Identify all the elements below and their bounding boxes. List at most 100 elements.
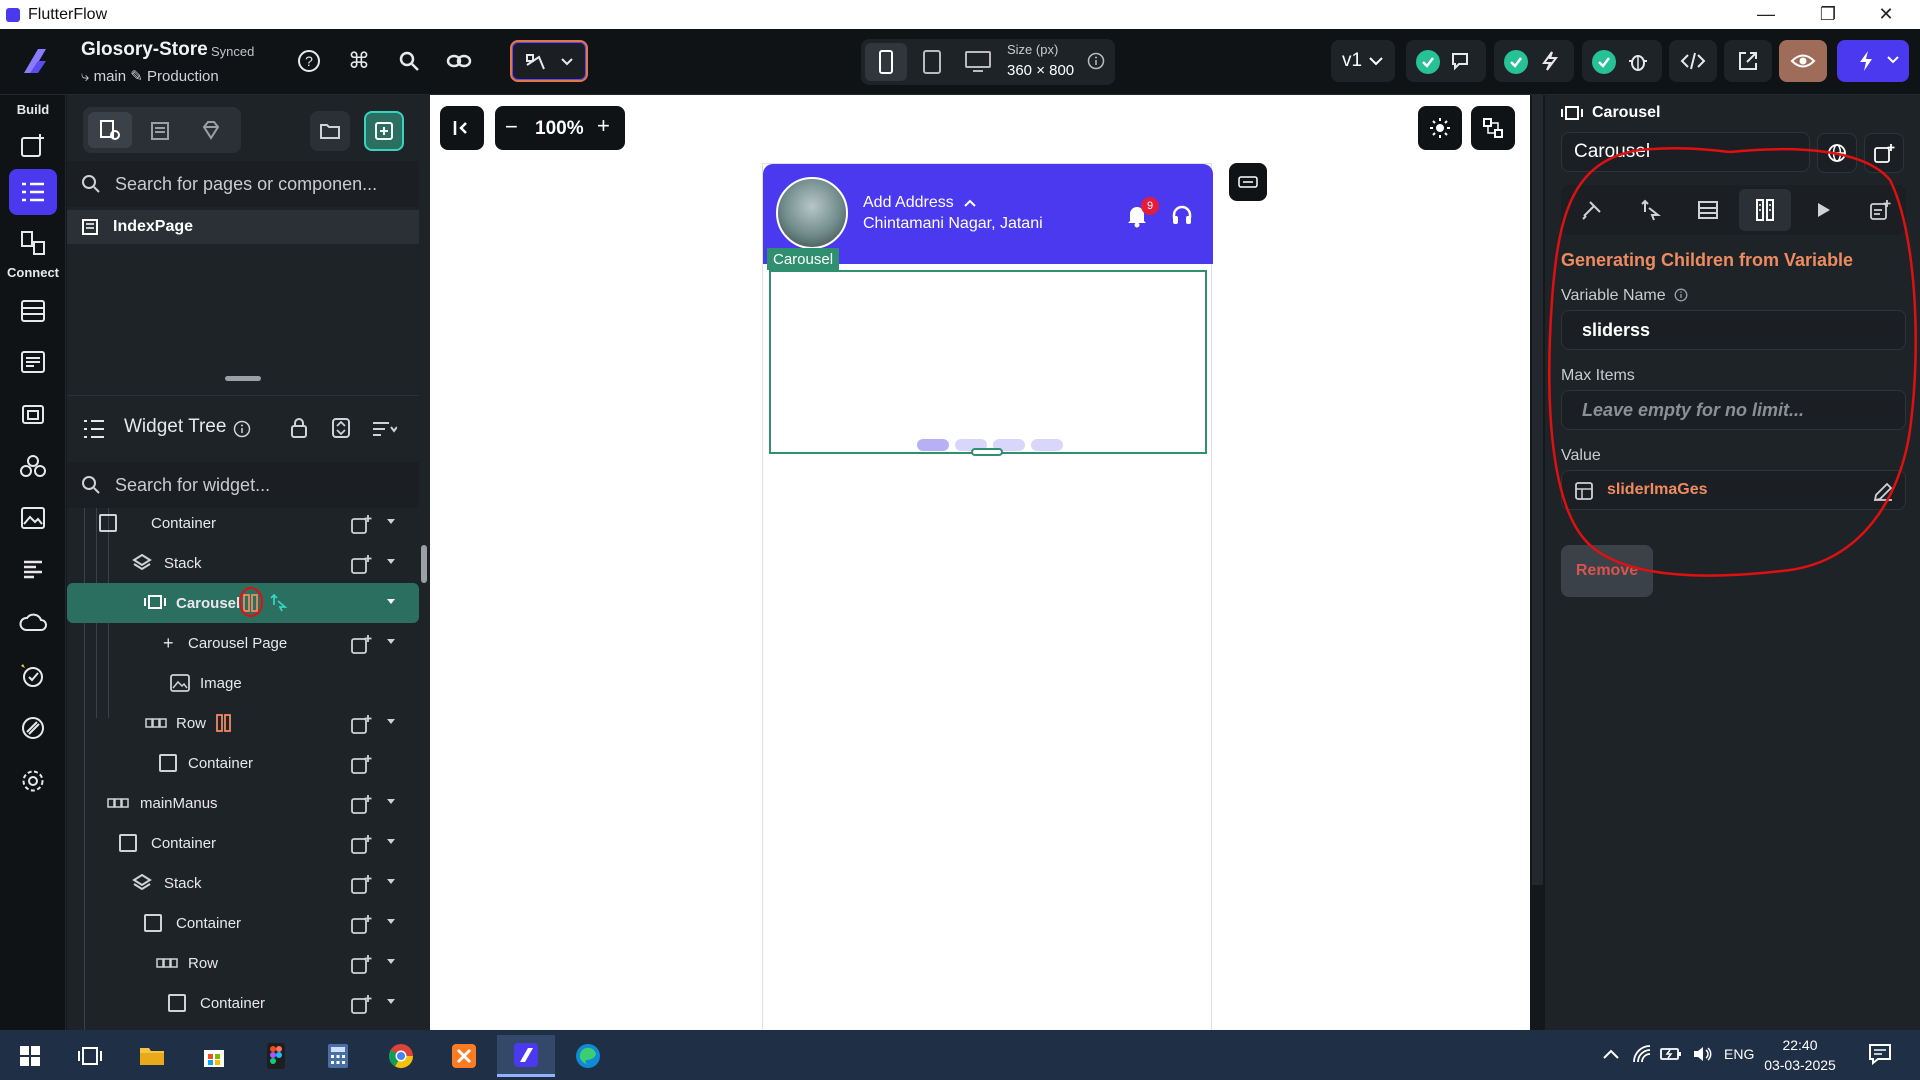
- search-icon[interactable]: [391, 43, 427, 79]
- chevron-down-icon[interactable]: [387, 519, 395, 524]
- comments-status-pill[interactable]: [1406, 40, 1486, 82]
- info-icon[interactable]: [1674, 288, 1688, 302]
- tree-row[interactable]: Row: [67, 943, 419, 983]
- code-view-button[interactable]: [1669, 40, 1717, 82]
- rail-storyboard-icon[interactable]: [9, 220, 57, 266]
- add-child-icon[interactable]: [350, 713, 374, 735]
- pages-tab-icon[interactable]: [88, 112, 132, 148]
- add-child-icon[interactable]: [350, 873, 374, 895]
- collapse-panel-button[interactable]: [440, 106, 484, 150]
- scrollbar-thumb[interactable]: [421, 545, 427, 583]
- add-child-icon[interactable]: [350, 513, 374, 535]
- rail-theme-icon[interactable]: [9, 705, 57, 751]
- desktop-device-icon[interactable]: [957, 43, 999, 81]
- tree-row[interactable]: mainManus: [67, 783, 419, 823]
- new-folder-button[interactable]: [310, 111, 350, 151]
- minimize-icon[interactable]: —: [1738, 0, 1794, 29]
- preview-button[interactable]: [1779, 40, 1827, 82]
- tree-row[interactable]: Stack: [67, 543, 419, 583]
- edge-icon[interactable]: [564, 1035, 612, 1077]
- carousel-widget[interactable]: [769, 270, 1207, 454]
- max-items-input[interactable]: Leave empty for no limit...: [1561, 390, 1906, 430]
- rail-image-icon[interactable]: [9, 495, 57, 541]
- flutterflow-logo-icon[interactable]: [18, 43, 50, 84]
- link-icon[interactable]: [441, 43, 477, 79]
- tab-generate-children-icon[interactable]: [1739, 189, 1791, 231]
- chevron-down-icon[interactable]: [387, 559, 395, 564]
- rail-widget-tree-icon[interactable]: [9, 169, 57, 215]
- add-child-icon[interactable]: [350, 913, 374, 935]
- add-child-icon[interactable]: [350, 993, 374, 1015]
- chevron-down-icon[interactable]: [387, 959, 395, 964]
- headset-icon[interactable]: [1171, 204, 1193, 226]
- panel-resize-handle[interactable]: [225, 376, 261, 381]
- branch-info[interactable]: ⤷ main ✎ Production: [81, 67, 219, 85]
- notifications-icon[interactable]: [1868, 1043, 1892, 1065]
- filter-list-icon[interactable]: [371, 419, 397, 439]
- flutterflow-taskbar-icon[interactable]: [497, 1035, 555, 1077]
- command-icon[interactable]: ⌘: [341, 43, 377, 79]
- rail-media-icon[interactable]: [9, 391, 57, 437]
- address-title-row[interactable]: Add Address: [863, 194, 976, 212]
- canvas-scrollbar[interactable]: [1532, 95, 1543, 885]
- network-icon[interactable]: [1632, 1044, 1652, 1064]
- actions-status-pill[interactable]: [1494, 40, 1574, 82]
- phone-device-icon[interactable]: [865, 43, 907, 81]
- zoom-in-icon[interactable]: +: [597, 113, 610, 139]
- xampp-icon[interactable]: [440, 1035, 488, 1077]
- rail-app-values-icon[interactable]: [9, 339, 57, 385]
- tab-properties-icon[interactable]: [1566, 189, 1618, 231]
- carousel-resize-handle[interactable]: [971, 448, 1003, 456]
- open-external-button[interactable]: [1724, 40, 1772, 82]
- page-item-indexpage[interactable]: IndexPage: [67, 210, 419, 244]
- tree-row[interactable]: Image: [67, 663, 419, 703]
- lock-icon[interactable]: [290, 417, 308, 439]
- tree-row[interactable]: Container: [67, 503, 419, 543]
- chevron-down-icon[interactable]: [387, 719, 395, 724]
- task-view-icon[interactable]: [66, 1035, 114, 1077]
- tree-row[interactable]: Container: [67, 823, 419, 863]
- tab-backend-query-icon[interactable]: [1682, 189, 1734, 231]
- carousel-indicator-dot[interactable]: [1031, 439, 1063, 451]
- help-icon[interactable]: ?: [291, 43, 327, 79]
- tab-actions-icon[interactable]: [1624, 189, 1676, 231]
- design-canvas[interactable]: − 100% + Add Address Chintamani Nagar, J…: [430, 95, 1530, 1043]
- variable-name-input[interactable]: sliderss: [1561, 310, 1906, 350]
- info-icon[interactable]: [233, 420, 251, 438]
- search-pages-row[interactable]: Search for pages or componen...: [67, 161, 419, 207]
- restore-icon[interactable]: ❐: [1800, 0, 1856, 29]
- canvas-float-button[interactable]: [1229, 163, 1267, 201]
- chevron-down-icon[interactable]: [387, 599, 395, 604]
- calculator-icon[interactable]: [314, 1035, 362, 1077]
- tab-add-icon[interactable]: [1854, 189, 1906, 231]
- carousel-indicator-dot[interactable]: [917, 439, 949, 451]
- search-widget-row[interactable]: Search for widget...: [67, 462, 419, 508]
- search-pages-input[interactable]: Search for pages or componen...: [115, 174, 377, 195]
- avatar[interactable]: [776, 177, 848, 249]
- tree-row[interactable]: Container: [67, 743, 419, 783]
- remove-button[interactable]: Remove: [1561, 545, 1653, 597]
- phone-preview[interactable]: Add Address Chintamani Nagar, Jatani 9 C…: [762, 163, 1213, 1043]
- chevron-down-icon[interactable]: [387, 879, 395, 884]
- close-icon[interactable]: ✕: [1858, 0, 1914, 29]
- version-select[interactable]: v1: [1331, 40, 1395, 82]
- volume-icon[interactable]: [1692, 1045, 1712, 1063]
- rail-testing-icon[interactable]: [9, 652, 57, 698]
- zoom-out-icon[interactable]: −: [505, 114, 518, 140]
- theme-toggle-button[interactable]: [1418, 106, 1462, 150]
- chrome-icon[interactable]: [377, 1035, 425, 1077]
- add-child-icon[interactable]: [350, 753, 374, 775]
- add-child-icon[interactable]: [350, 553, 374, 575]
- add-page-button[interactable]: [364, 111, 404, 151]
- design-mode-select[interactable]: [510, 40, 588, 82]
- rail-text-icon[interactable]: [9, 547, 57, 593]
- run-button[interactable]: [1837, 40, 1909, 82]
- widget-name-input[interactable]: Carousel: [1561, 132, 1810, 172]
- file-explorer-icon[interactable]: [128, 1035, 176, 1077]
- battery-charging-icon[interactable]: [1660, 1045, 1682, 1063]
- store-icon[interactable]: [190, 1035, 238, 1077]
- rail-teams-icon[interactable]: [9, 443, 57, 489]
- edit-pencil-icon[interactable]: [1872, 481, 1894, 503]
- rail-add-widget-icon[interactable]: [9, 122, 57, 168]
- rail-data-icon[interactable]: [9, 288, 57, 334]
